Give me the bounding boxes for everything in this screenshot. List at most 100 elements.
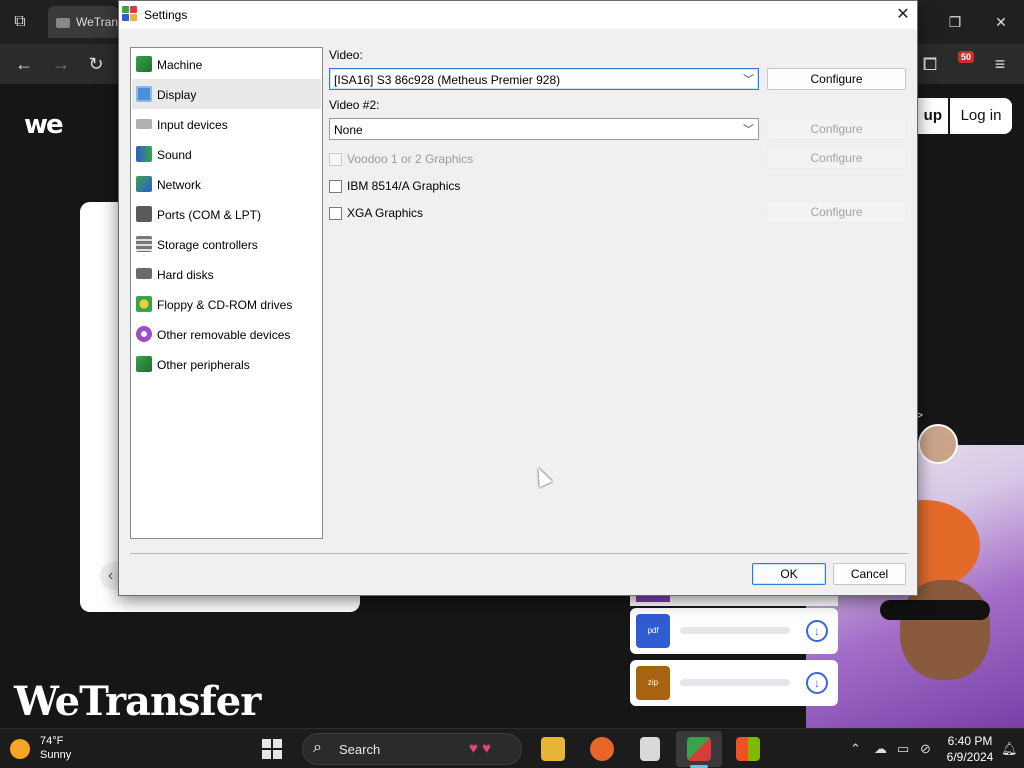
store-icon[interactable] xyxy=(736,737,760,761)
network-icon xyxy=(136,176,152,192)
browser-tab-title: WeTran xyxy=(76,15,118,29)
extensions-icon[interactable]: ⧠ xyxy=(918,52,942,76)
storage-icon xyxy=(136,236,152,252)
category-label: Sound xyxy=(157,148,192,162)
category-label: Other removable devices xyxy=(157,328,291,342)
back-icon[interactable]: ← xyxy=(12,52,36,76)
category-removable-devices[interactable]: Other removable devices xyxy=(132,319,321,349)
category-label: Display xyxy=(157,88,197,102)
voodoo-checkbox[interactable] xyxy=(329,153,342,166)
ibm8514-label: IBM 8514/A Graphics xyxy=(347,179,461,193)
file-card: pdf ↓ xyxy=(630,608,838,654)
taskbar: 74°F Sunny ⌕ Search ♥ ♥ ⌃ ☁ ▭ ⊘ 6:40 PM … xyxy=(0,728,1024,768)
browser-tab[interactable]: WeTran xyxy=(48,6,118,38)
xga-checkbox[interactable] xyxy=(329,207,342,220)
network-offline-icon[interactable]: ⊘ xyxy=(920,741,931,757)
video2-select-value: None xyxy=(334,123,363,137)
search-placeholder: Search xyxy=(339,742,381,757)
windows-start-icon[interactable] xyxy=(262,739,282,759)
clock-date[interactable]: 6/9/2024 xyxy=(946,750,994,764)
voodoo-option[interactable]: Voodoo 1 or 2 Graphics xyxy=(329,151,629,167)
category-machine[interactable]: Machine xyxy=(132,49,321,79)
login-button[interactable]: Log in xyxy=(950,98,1012,134)
keyboard-icon xyxy=(136,119,152,129)
category-display[interactable]: Display xyxy=(132,79,321,109)
cloud-icon[interactable]: ☁ xyxy=(874,741,887,757)
video-select[interactable]: [ISA16] S3 86c928 (Metheus Premier 928) … xyxy=(329,68,759,90)
file-explorer-icon[interactable] xyxy=(541,737,565,761)
category-label: Network xyxy=(157,178,202,192)
forward-icon[interactable]: → xyxy=(49,52,73,76)
search-highlight-icon: ♥ ♥ xyxy=(469,740,491,757)
menu-icon[interactable]: ≡ xyxy=(988,52,1012,76)
category-storage-controllers[interactable]: Storage controllers xyxy=(132,229,321,259)
video-label: Video: xyxy=(329,48,363,62)
ibm8514-option[interactable]: IBM 8514/A Graphics xyxy=(329,178,629,194)
display-tray-icon[interactable]: ▭ xyxy=(897,741,909,757)
bell-icon[interactable]: 🔔︎ xyxy=(1001,741,1018,757)
chevron-down-icon: ﹀ xyxy=(743,124,754,136)
category-input-devices[interactable]: Input devices xyxy=(132,109,321,139)
settings-dialog: Settings ✕ Machine Display Input devices… xyxy=(118,0,918,596)
video2-select[interactable]: None ﹀ xyxy=(329,118,759,140)
hard-disk-icon xyxy=(136,268,152,279)
file-card: zip ↓ xyxy=(630,660,838,706)
clock-time[interactable]: 6:40 PM xyxy=(946,734,994,748)
wetransfer-logo[interactable]: we xyxy=(24,110,64,140)
cancel-button[interactable]: Cancel xyxy=(833,563,906,585)
86box-app-icon xyxy=(122,6,137,21)
reload-icon[interactable]: ↻ xyxy=(84,52,108,76)
category-floppy-cdrom[interactable]: Floppy & CD-ROM drives xyxy=(132,289,321,319)
voodoo-label: Voodoo 1 or 2 Graphics xyxy=(347,152,474,166)
category-label: Machine xyxy=(157,58,203,72)
86box-icon[interactable] xyxy=(687,737,711,761)
category-other-peripherals[interactable]: Other peripherals xyxy=(132,349,321,379)
floppy-icon xyxy=(136,296,152,312)
sun-icon[interactable] xyxy=(10,739,30,759)
ibm8514-checkbox[interactable] xyxy=(329,180,342,193)
category-ports[interactable]: Ports (COM & LPT) xyxy=(132,199,321,229)
pdf-file-icon: pdf xyxy=(636,614,670,648)
chevron-up-icon[interactable]: ⌃ xyxy=(850,741,861,757)
download-icon[interactable]: ↓ xyxy=(806,620,828,642)
hero-image-sunglasses xyxy=(880,600,990,620)
notepad-icon[interactable] xyxy=(640,737,660,761)
category-label: Ports (COM & LPT) xyxy=(157,208,262,222)
taskbar-search[interactable]: ⌕ Search ♥ ♥ xyxy=(302,733,522,765)
category-hard-disks[interactable]: Hard disks xyxy=(132,259,321,289)
tab-actions-icon[interactable]: ⧉ xyxy=(10,12,30,32)
category-label: Input devices xyxy=(157,118,228,132)
video2-configure-button[interactable]: Configure xyxy=(767,118,906,140)
xga-option[interactable]: XGA Graphics xyxy=(329,205,629,221)
file-card-partial xyxy=(630,596,838,606)
ok-button[interactable]: OK xyxy=(752,563,826,585)
motherboard-icon xyxy=(136,56,152,72)
video2-label: Video #2: xyxy=(329,98,380,112)
dialog-separator xyxy=(130,553,908,554)
category-label: Hard disks xyxy=(157,268,214,282)
close-icon[interactable]: ✕ xyxy=(891,3,915,27)
video-select-value: [ISA16] S3 86c928 (Metheus Premier 928) xyxy=(334,73,561,87)
chevron-down-icon: ﹀ xyxy=(743,74,754,86)
category-network[interactable]: Network xyxy=(132,169,321,199)
file-name-placeholder xyxy=(680,679,790,686)
close-icon[interactable]: ✕ xyxy=(989,10,1013,34)
voodoo-configure-button[interactable]: Configure xyxy=(767,147,906,169)
weather-temperature[interactable]: 74°F xyxy=(40,735,63,747)
category-label: Floppy & CD-ROM drives xyxy=(157,298,293,312)
dialog-titlebar[interactable]: Settings ✕ xyxy=(119,1,917,29)
firefox-icon[interactable] xyxy=(590,737,614,761)
video-configure-button[interactable]: Configure xyxy=(767,68,906,90)
category-sound[interactable]: Sound xyxy=(132,139,321,169)
dialog-title: Settings xyxy=(144,8,188,22)
wetransfer-favicon-icon xyxy=(56,17,70,28)
restore-icon[interactable]: ❐ xyxy=(943,10,967,34)
display-icon xyxy=(136,86,152,102)
download-icon[interactable]: ↓ xyxy=(806,672,828,694)
removable-icon xyxy=(136,326,152,342)
file-name-placeholder xyxy=(680,627,790,634)
weather-condition[interactable]: Sunny xyxy=(40,749,71,761)
xga-configure-button[interactable]: Configure xyxy=(767,201,906,223)
category-label: Storage controllers xyxy=(157,238,258,252)
category-list: Machine Display Input devices Sound Netw… xyxy=(130,47,323,539)
